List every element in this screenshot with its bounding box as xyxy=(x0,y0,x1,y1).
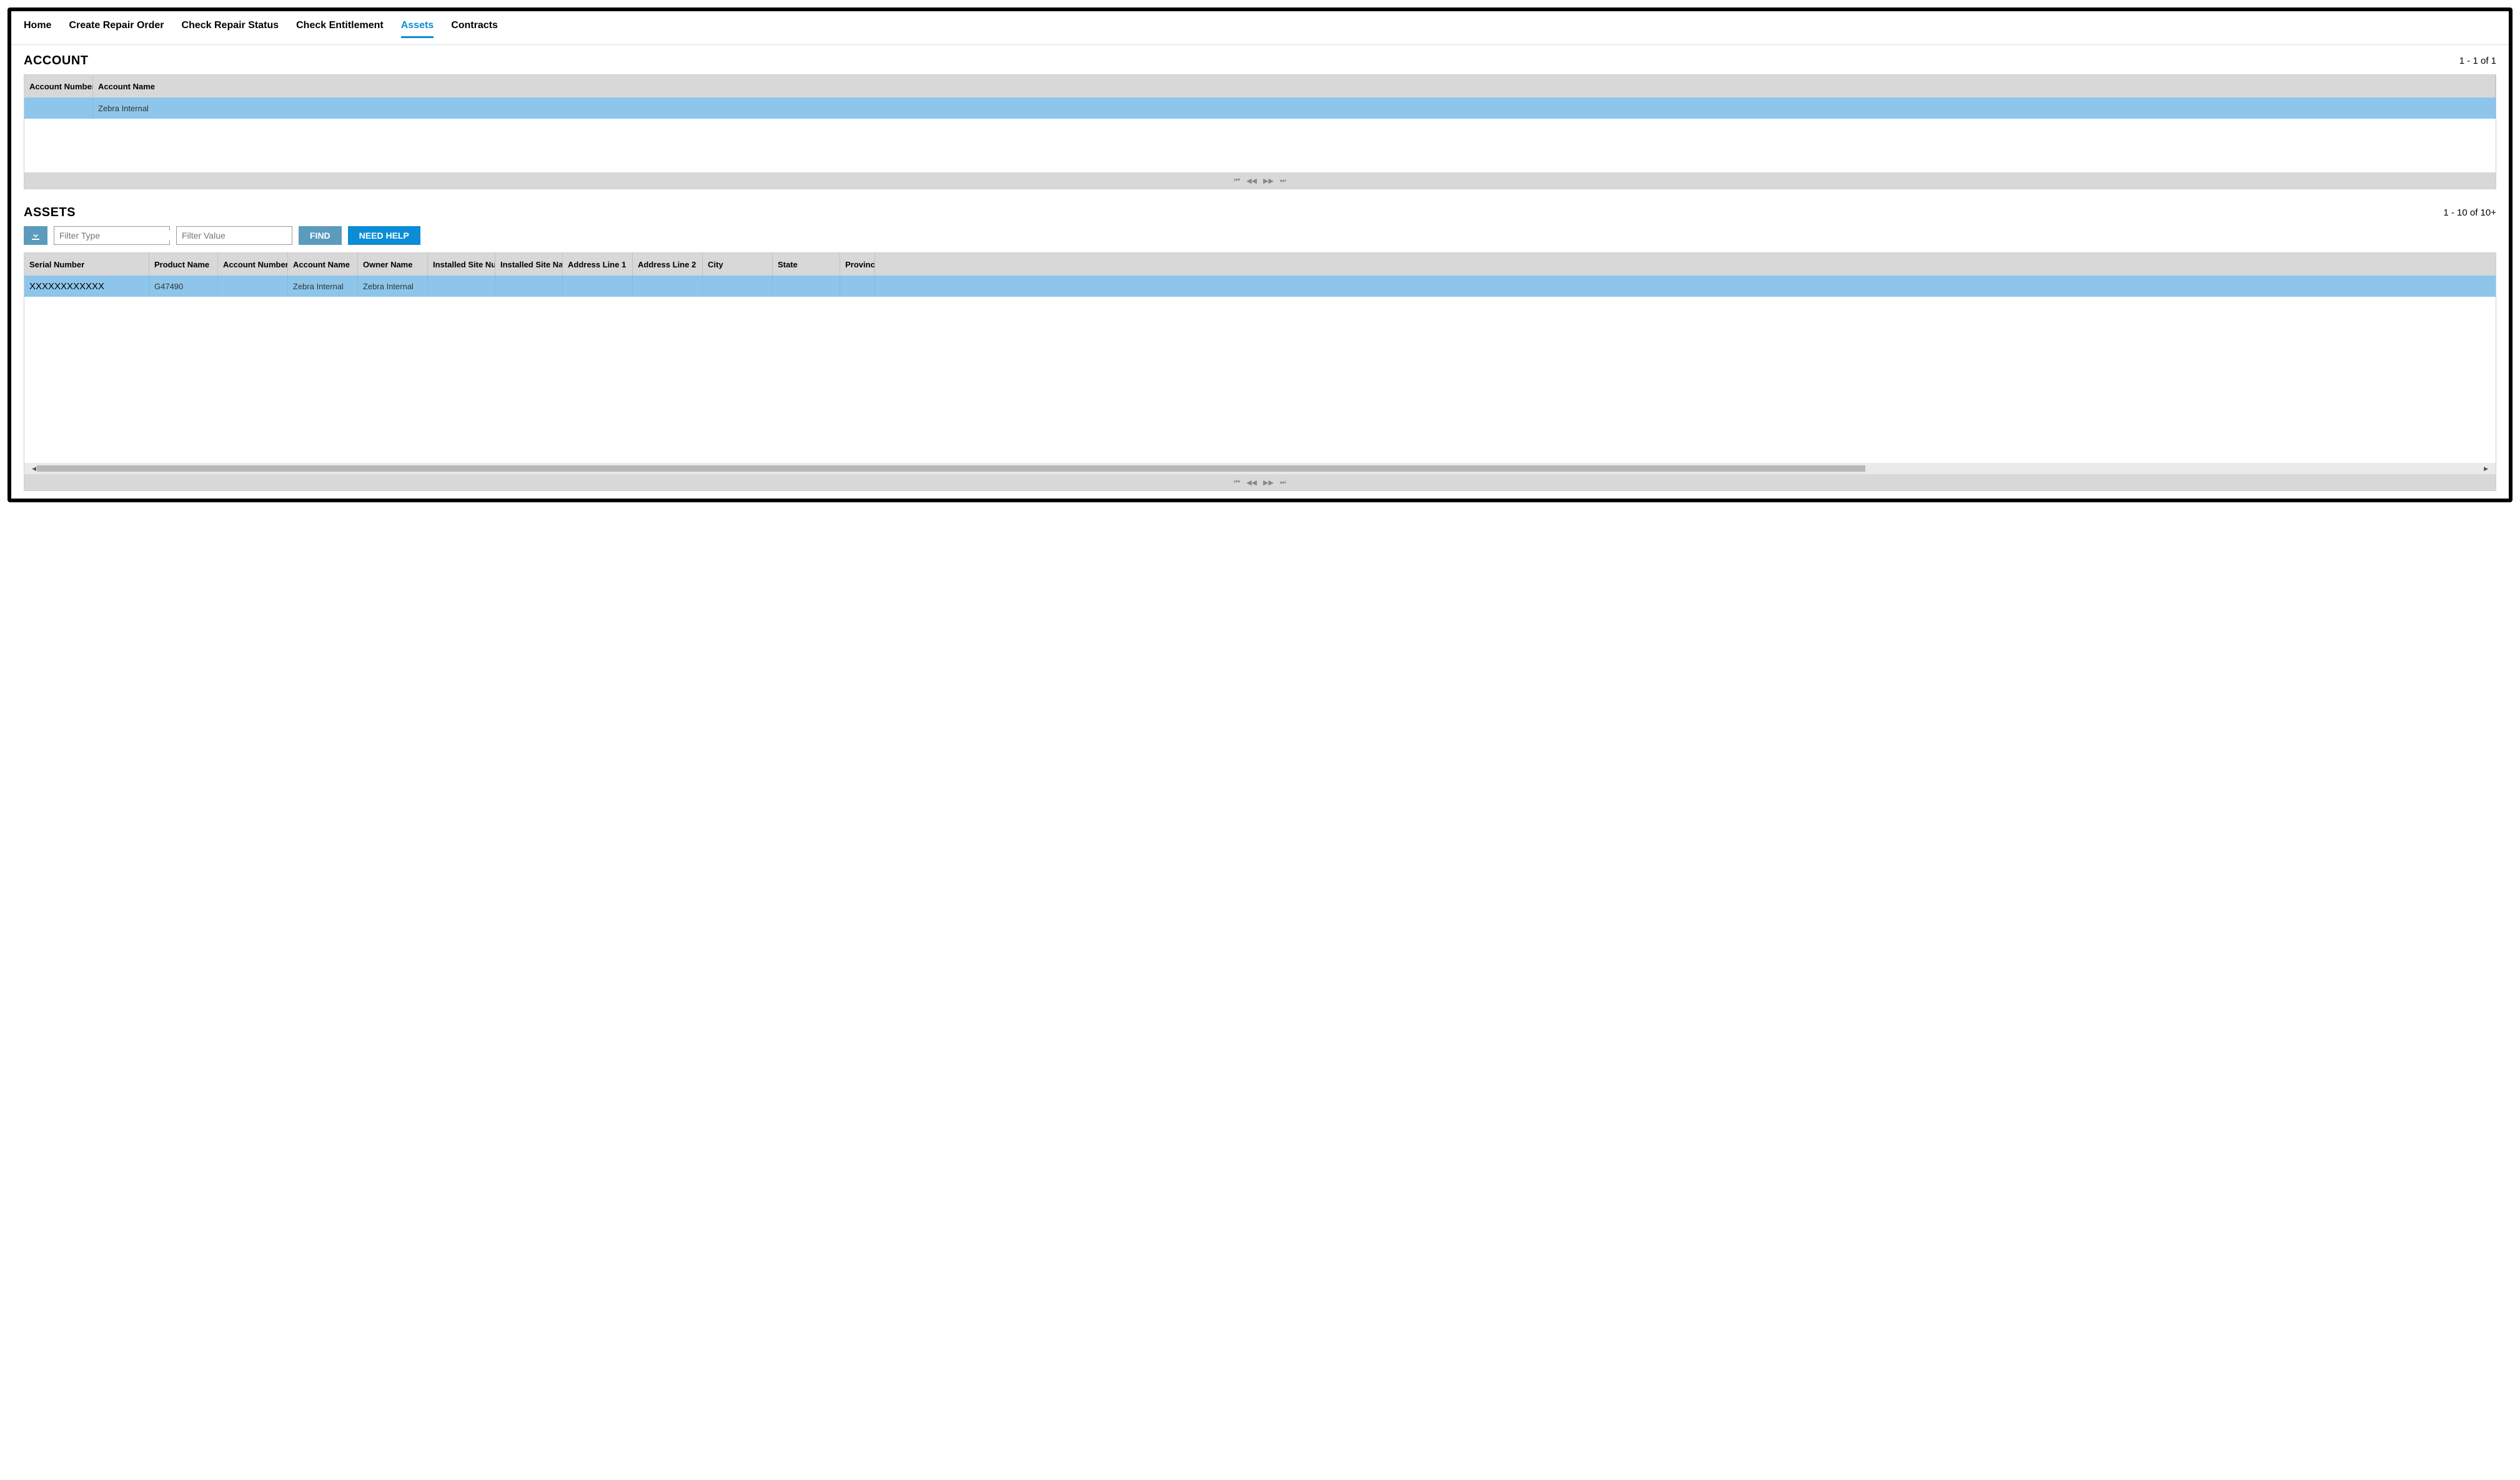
scroll-thumb[interactable] xyxy=(37,465,1865,472)
assets-hscrollbar[interactable]: ◀ ▶ xyxy=(24,463,2496,474)
cell-account-name: Zebra Internal xyxy=(288,276,358,297)
assets-grid-body: XXXXXXXXXXXX G47490 Zebra Internal Zebra… xyxy=(24,276,2496,463)
filter-type-input[interactable] xyxy=(54,231,177,241)
account-col-number[interactable]: Account Number xyxy=(24,75,93,97)
cell-state xyxy=(773,276,840,297)
tab-assets[interactable]: Assets xyxy=(401,20,434,38)
cell-installed-site-name xyxy=(495,276,563,297)
tab-home[interactable]: Home xyxy=(24,20,51,38)
assets-pager: ⏮ ◀◀ ▶▶ ⏭ xyxy=(24,474,2496,490)
assets-col-account-number[interactable]: Account Number xyxy=(218,253,288,276)
account-panel: Account Number Account Name Zebra Intern… xyxy=(24,74,2496,189)
cell-address-1 xyxy=(563,276,633,297)
account-section: ACCOUNT 1 - 1 of 1 Account Number Accoun… xyxy=(11,45,2509,197)
download-icon xyxy=(31,231,41,241)
pager-last-icon[interactable]: ⏭ xyxy=(1280,479,1286,487)
pager-first-icon[interactable]: ⏮ xyxy=(1234,479,1240,487)
filter-type-select[interactable]: ▼ xyxy=(54,226,170,245)
assets-row[interactable]: XXXXXXXXXXXX G47490 Zebra Internal Zebra… xyxy=(24,276,2496,297)
cell-address-2 xyxy=(633,276,703,297)
assets-col-installed-site-name[interactable]: Installed Site Name xyxy=(495,253,563,276)
pager-first-icon[interactable]: ⏮ xyxy=(1234,177,1240,185)
assets-col-city[interactable]: City xyxy=(703,253,773,276)
account-grid-body: Zebra Internal xyxy=(24,97,2496,172)
cell-city xyxy=(703,276,773,297)
assets-col-address-2[interactable]: Address Line 2 xyxy=(633,253,703,276)
tab-check-repair-status[interactable]: Check Repair Status xyxy=(182,20,279,38)
assets-grid-header: Serial Number Product Name Account Numbe… xyxy=(24,253,2496,276)
app-window: Home Create Repair Order Check Repair St… xyxy=(7,7,2513,502)
need-help-button[interactable]: NEED HELP xyxy=(348,226,420,245)
cell-account-number xyxy=(218,276,288,297)
assets-counter: 1 - 10 of 10+ xyxy=(2443,207,2496,218)
assets-toolbar: ▼ FIND NEED HELP xyxy=(24,226,2496,245)
assets-panel: Serial Number Product Name Account Numbe… xyxy=(24,252,2496,491)
account-cell-number xyxy=(24,97,93,119)
find-button[interactable]: FIND xyxy=(299,226,342,245)
download-button[interactable] xyxy=(24,226,47,245)
assets-col-account-name[interactable]: Account Name xyxy=(288,253,358,276)
assets-title: ASSETS xyxy=(24,206,76,220)
account-grid-header: Account Number Account Name xyxy=(24,75,2496,97)
pager-last-icon[interactable]: ⏭ xyxy=(1280,177,1286,185)
pager-next-icon[interactable]: ▶▶ xyxy=(1263,479,1274,487)
tab-contracts[interactable]: Contracts xyxy=(451,20,498,38)
assets-section: ASSETS 1 - 10 of 10+ ▼ FIND NEED HELP Se… xyxy=(11,197,2509,499)
scroll-left-icon[interactable]: ◀ xyxy=(32,465,36,472)
cell-installed-site-num xyxy=(428,276,495,297)
filter-value-input[interactable] xyxy=(176,226,292,245)
nav-tabs: Home Create Repair Order Check Repair St… xyxy=(11,11,2509,45)
account-header: ACCOUNT 1 - 1 of 1 xyxy=(24,54,2496,68)
assets-col-province[interactable]: Province xyxy=(840,253,875,276)
account-title: ACCOUNT xyxy=(24,54,89,68)
tab-create-repair-order[interactable]: Create Repair Order xyxy=(69,20,164,38)
pager-next-icon[interactable]: ▶▶ xyxy=(1263,177,1274,185)
assets-col-state[interactable]: State xyxy=(773,253,840,276)
assets-col-product-name[interactable]: Product Name xyxy=(149,253,218,276)
tab-check-entitlement[interactable]: Check Entitlement xyxy=(296,20,384,38)
cell-product-name: G47490 xyxy=(149,276,218,297)
cell-serial: XXXXXXXXXXXX xyxy=(24,276,149,297)
assets-col-address-1[interactable]: Address Line 1 xyxy=(563,253,633,276)
assets-header: ASSETS 1 - 10 of 10+ xyxy=(24,206,2496,220)
scroll-right-icon[interactable]: ▶ xyxy=(2484,465,2488,472)
cell-province xyxy=(840,276,875,297)
account-pager: ⏮ ◀◀ ▶▶ ⏭ xyxy=(24,172,2496,189)
account-col-name[interactable]: Account Name xyxy=(93,75,2496,97)
assets-col-owner-name[interactable]: Owner Name xyxy=(358,253,428,276)
account-cell-name: Zebra Internal xyxy=(93,97,2496,119)
pager-prev-icon[interactable]: ◀◀ xyxy=(1246,479,1257,487)
assets-col-installed-site-num[interactable]: Installed Site Numb xyxy=(428,253,495,276)
assets-col-serial[interactable]: Serial Number xyxy=(24,253,149,276)
pager-prev-icon[interactable]: ◀◀ xyxy=(1246,177,1257,185)
account-counter: 1 - 1 of 1 xyxy=(2459,56,2496,66)
account-row[interactable]: Zebra Internal xyxy=(24,97,2496,119)
cell-owner-name: Zebra Internal xyxy=(358,276,428,297)
